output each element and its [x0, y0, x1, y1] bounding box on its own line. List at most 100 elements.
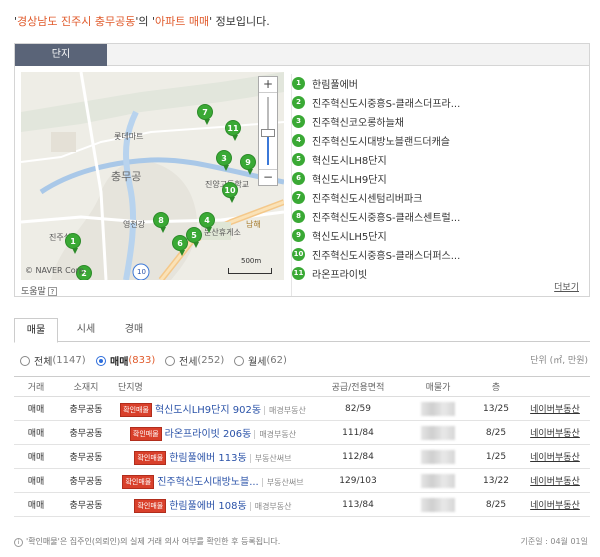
provider-link[interactable]: 네이버부동산	[520, 492, 590, 517]
provider-link[interactable]: 네이버부동산	[520, 468, 590, 493]
map-pin-6[interactable]: 6	[172, 235, 188, 256]
map-pin-3[interactable]: 3	[216, 150, 232, 171]
table-row[interactable]: 매매 충무공동 확인매물 혁신도시LH9단지 902동 매경부동산 82/59 13…	[14, 396, 590, 421]
complex-item[interactable]: 2 진주혁신도시중흥S-클래스더프라...	[292, 93, 581, 112]
table-row[interactable]: 매매 충무공동 확인매물 한림풀에버 108동 매경부동산 113/84 8/25 …	[14, 492, 590, 517]
cell-location: 충무공동	[58, 420, 114, 445]
cell-complex: 확인매물 라온프라이빗 206동 매경부동산	[114, 420, 312, 445]
map-pin-7[interactable]: 7	[197, 104, 213, 125]
radio-button[interactable]	[234, 355, 244, 366]
agent-name: 매경부동산	[254, 429, 297, 439]
cell-floor: 13/22	[472, 468, 520, 493]
confirmed-badge: 확인매물	[122, 474, 155, 489]
map-view[interactable]: 롯데마트 충무공 영천강 진양고등학교 문산휴게소 진주실 남해 10 7 11…	[21, 72, 284, 280]
complex-item[interactable]: 3 진주혁신코오롱하늘채	[292, 112, 581, 131]
map-label-chungmu: 충무공	[111, 170, 142, 183]
table-header-row: 거래 소재지 단지명 공급/전용면적 매물가 층	[14, 376, 590, 397]
filter-count: (62)	[266, 355, 287, 366]
provider-link[interactable]: 네이버부동산	[520, 396, 590, 421]
more-link[interactable]: 더보기	[554, 280, 579, 293]
complex-item[interactable]: 10 진주혁신도시중흥S-클래스더퍼스...	[292, 245, 581, 264]
filter-jeonse[interactable]: 전세 (252)	[165, 353, 224, 368]
radio-button[interactable]	[20, 355, 30, 366]
complex-number-badge: 10	[292, 248, 305, 261]
filter-label: 전체	[34, 357, 53, 368]
complex-item[interactable]: 4 진주혁신도시대방노블랜드더캐슬	[292, 131, 581, 150]
complex-item[interactable]: 5 혁신도시LH8단지	[292, 150, 581, 169]
filter-label: 매매	[110, 357, 129, 368]
complex-panel: 단지 롯데마트 충무공 영천강 진양고등학교 문산휴게소 진주실 남해 10 7…	[14, 43, 590, 297]
help-button[interactable]: 도움말?	[21, 284, 57, 297]
map-pin-1[interactable]: 1	[65, 233, 81, 254]
confirmed-badge: 확인매물	[120, 402, 152, 417]
headline-type: 아파트 매매	[155, 15, 210, 28]
confirmed-badge: 확인매물	[134, 450, 167, 465]
complex-item[interactable]: 8 진주혁신도시중흥S-클래스센트럴...	[292, 207, 581, 226]
listing-link[interactable]: 라온프라이빗 206동	[165, 429, 252, 440]
complex-item[interactable]: 1 한림풀에버	[292, 74, 581, 93]
zoom-out-button[interactable]: −	[259, 169, 277, 185]
complex-item[interactable]: 9 혁신도시LH5단지	[292, 226, 581, 245]
map-label-highway: 남해	[246, 220, 261, 229]
radio-button-selected[interactable]	[96, 355, 106, 366]
tab-market-price[interactable]: 시세	[64, 318, 108, 342]
cell-complex: 확인매물 혁신도시LH9단지 902동 매경부동산	[114, 396, 312, 421]
zoom-level-fill	[267, 135, 269, 165]
filter-count: (1147)	[52, 355, 86, 366]
filter-sale[interactable]: 매매 (833)	[96, 353, 155, 368]
cell-price	[404, 468, 472, 493]
complex-name: 혁신도시LH5단지	[312, 232, 387, 243]
route-shield-icon: 10	[137, 268, 146, 276]
map-pin-5[interactable]: 5	[186, 227, 202, 248]
cell-price	[404, 396, 472, 421]
complex-number-badge: 11	[292, 267, 305, 280]
table-row[interactable]: 매매 충무공동 확인매물 한림풀에버 113동 부동산써브 112/84 1/25 …	[14, 444, 590, 469]
map-scale-label: 500m	[241, 257, 262, 265]
listing-link[interactable]: 진주혁신도시대방노블...	[157, 477, 259, 488]
base-date: 기준일 : 04월 01일	[520, 537, 588, 546]
complex-item[interactable]: 7 진주혁신도시센텀리버파크	[292, 188, 581, 207]
cell-area: 82/59	[312, 396, 404, 421]
zoom-in-button[interactable]: +	[259, 77, 277, 93]
cell-location: 충무공동	[58, 468, 114, 493]
cell-deal: 매매	[14, 396, 58, 421]
listing-link[interactable]: 혁신도시LH9단지 902동	[155, 405, 261, 416]
radio-button[interactable]	[165, 355, 175, 366]
cell-location: 충무공동	[58, 492, 114, 517]
help-label: 도움말	[21, 287, 46, 297]
price-blurred	[421, 473, 455, 488]
listing-link[interactable]: 한림풀에버 108동	[169, 501, 246, 512]
map-pin-9[interactable]: 9	[240, 154, 256, 175]
cell-complex: 확인매물 한림풀에버 113동 부동산써브	[114, 444, 312, 469]
complex-item[interactable]: 11 라온프라이빗	[292, 264, 581, 283]
cell-location: 충무공동	[58, 444, 114, 469]
tab-listings[interactable]: 매물	[14, 318, 58, 343]
complex-list: 1 한림풀에버 2 진주혁신도시중흥S-클래스더프라... 3 진주혁신코오롱하늘채 …	[291, 74, 581, 296]
zoom-slider-handle[interactable]	[261, 129, 275, 137]
table-row[interactable]: 매매 충무공동 확인매물 진주혁신도시대방노블... 부동산써브 129/103 1…	[14, 468, 590, 493]
map-pin-11[interactable]: 11	[225, 120, 241, 141]
map-pin-4[interactable]: 4	[199, 212, 215, 233]
cell-price	[404, 492, 472, 517]
filter-label: 월세	[248, 357, 267, 368]
trade-tabs: 매물 시세 경매	[14, 318, 590, 343]
help-icon: ?	[47, 287, 57, 296]
cell-deal: 매매	[14, 420, 58, 445]
provider-link[interactable]: 네이버부동산	[520, 444, 590, 469]
filter-all[interactable]: 전체 (1147)	[20, 353, 86, 368]
tab-auction[interactable]: 경매	[112, 318, 156, 342]
map-pin-8[interactable]: 8	[153, 212, 169, 233]
listing-link[interactable]: 한림풀에버 113동	[169, 453, 246, 464]
price-blurred	[421, 449, 455, 464]
table-row[interactable]: 매매 충무공동 확인매물 라온프라이빗 206동 매경부동산 111/84 8/25…	[14, 420, 590, 445]
provider-link[interactable]: 네이버부동산	[520, 420, 590, 445]
complex-number-badge: 3	[292, 115, 305, 128]
deal-type-filters: 전체 (1147) 매매 (833) 전세 (252) 월세 (62) 단위 (㎡, 만…	[20, 353, 588, 368]
filter-monthly[interactable]: 월세 (62)	[234, 353, 287, 368]
map-label-lotte: 롯데마트	[114, 132, 144, 141]
listing-table: 거래 소재지 단지명 공급/전용면적 매물가 층 매매 충무공동 확인매물 혁신도…	[14, 376, 590, 517]
complex-number-badge: 9	[292, 229, 305, 242]
complex-item[interactable]: 6 혁신도시LH9단지	[292, 169, 581, 188]
map-pin-10[interactable]: 10	[222, 182, 238, 203]
tab-complex[interactable]: 단지	[15, 44, 107, 66]
